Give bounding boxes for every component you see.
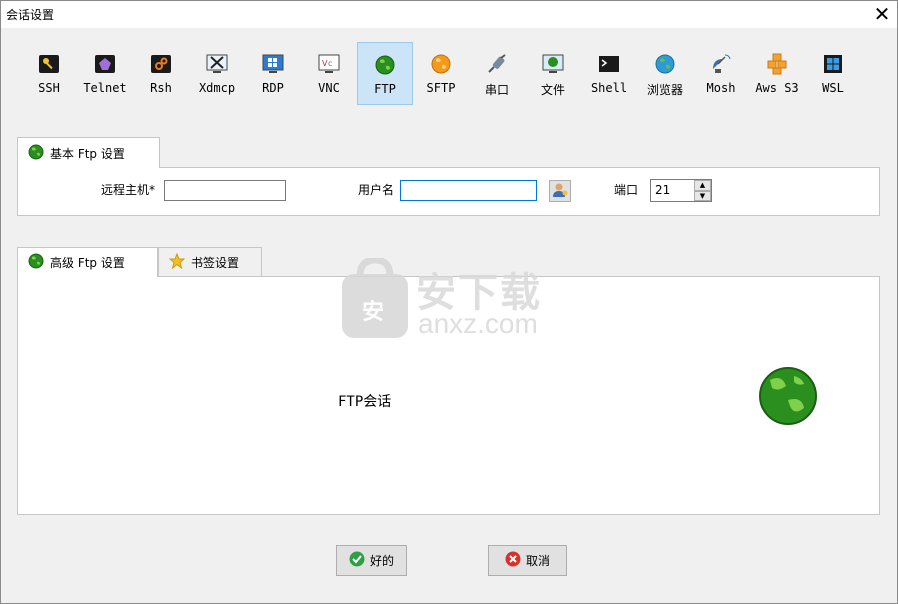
close-icon: ✕ [873, 2, 891, 26]
basic-settings-panel: 远程主机* 用户名 端口 21 ▲ ▼ [17, 167, 880, 216]
port-label: 端口 [614, 183, 639, 197]
tab-basic-ftp-settings[interactable]: 基本 Ftp 设置 [17, 137, 160, 168]
cancel-x-icon [505, 551, 521, 570]
session-type-xdmcp[interactable]: Xdmcp [189, 42, 245, 105]
tab-bookmark-settings[interactable]: 书签设置 [158, 247, 262, 277]
session-type-label: 浏览器 [646, 83, 683, 97]
session-type-label: VNC [318, 81, 340, 95]
session-type-telnet[interactable]: Telnet [77, 42, 133, 105]
advanced-settings-panel: FTP会话 [17, 276, 880, 515]
ok-label: 好的 [369, 554, 394, 568]
tab-label: 书签设置 [191, 256, 240, 270]
cancel-button[interactable]: 取消 [488, 545, 567, 576]
port-value: 21 [655, 183, 671, 197]
session-type-label: Aws S3 [755, 81, 799, 95]
globe-green-icon [28, 253, 44, 272]
serial-plug-icon [486, 53, 508, 75]
session-type-rsh[interactable]: Rsh [133, 42, 189, 105]
svg-text:c: c [328, 59, 332, 68]
file-monitor-icon [542, 53, 564, 75]
remote-host-label: 远程主机* [101, 183, 156, 197]
title-bar: 会话设置 ✕ [0, 0, 898, 28]
tab-label: 基本 Ftp 设置 [50, 146, 125, 161]
session-type-label: Telnet [83, 81, 127, 95]
aws-cubes-icon [766, 53, 788, 75]
user-icon [552, 182, 568, 201]
session-type-label: Rsh [150, 81, 172, 95]
session-type-sftp[interactable]: SFTP [413, 42, 469, 105]
session-type-ftp[interactable]: FTP [357, 42, 413, 105]
key-icon [38, 53, 60, 75]
session-type-label: SSH [38, 81, 60, 95]
username-input[interactable] [400, 180, 537, 201]
rsh-icon [150, 53, 172, 75]
globe-green-icon [374, 54, 396, 76]
star-icon [168, 252, 186, 272]
rdp-icon [262, 53, 284, 75]
session-type-ssh[interactable]: SSH [21, 42, 77, 105]
decrement-arrow-icon[interactable]: ▼ [694, 190, 711, 201]
session-type-aws-s3[interactable]: Aws S3 [749, 42, 805, 105]
cancel-label: 取消 [525, 554, 550, 568]
window-title: 会话设置 [6, 8, 55, 22]
session-caption: FTP会话 [338, 394, 392, 410]
tab-advanced-ftp-settings[interactable]: 高级 Ftp 设置 [17, 247, 158, 277]
check-icon [349, 551, 365, 570]
session-type-label: Mosh [706, 81, 736, 95]
session-type-label: WSL [822, 81, 844, 95]
windows-icon [822, 53, 844, 75]
session-type-toolbar: SSH Telnet Rsh Xdmcp RDP Vc VNC FTP SFTP… [21, 42, 861, 105]
ftp-globe-large-icon [758, 366, 818, 429]
session-type-label: FTP [374, 82, 396, 96]
telnet-icon [94, 53, 116, 75]
remote-host-input[interactable] [164, 180, 286, 201]
globe-orange-icon [430, 53, 452, 75]
vnc-icon: Vc [318, 53, 340, 75]
session-type-label: 串口 [484, 83, 509, 97]
terminal-icon [598, 53, 620, 75]
session-type-label: RDP [262, 81, 284, 95]
session-type-wsl[interactable]: WSL [805, 42, 861, 105]
port-stepper[interactable]: 21 ▲ ▼ [650, 179, 712, 202]
xdmcp-icon [206, 53, 228, 75]
session-type-label: SFTP [426, 81, 456, 95]
satellite-dish-icon [710, 53, 732, 75]
browser-globe-icon [654, 53, 676, 75]
close-button[interactable]: ✕ [866, 0, 898, 28]
session-type-label: 文件 [540, 83, 565, 97]
session-type-rdp[interactable]: RDP [245, 42, 301, 105]
port-stepper-arrows: ▲ ▼ [694, 180, 711, 201]
session-type-mosh[interactable]: Mosh [693, 42, 749, 105]
username-label: 用户名 [358, 183, 395, 197]
session-type-browser[interactable]: 浏览器 [637, 42, 693, 105]
globe-green-icon [28, 144, 44, 163]
session-type-vnc[interactable]: Vc VNC [301, 42, 357, 105]
session-type-serial[interactable]: 串口 [469, 42, 525, 105]
ok-button[interactable]: 好的 [336, 545, 407, 576]
tab-label: 高级 Ftp 设置 [50, 256, 125, 270]
session-type-shell[interactable]: Shell [581, 42, 637, 105]
user-credentials-button[interactable] [549, 180, 571, 202]
session-type-file[interactable]: 文件 [525, 42, 581, 105]
increment-arrow-icon[interactable]: ▲ [694, 180, 711, 191]
session-type-label: Xdmcp [198, 81, 236, 95]
session-type-label: Shell [590, 81, 628, 95]
